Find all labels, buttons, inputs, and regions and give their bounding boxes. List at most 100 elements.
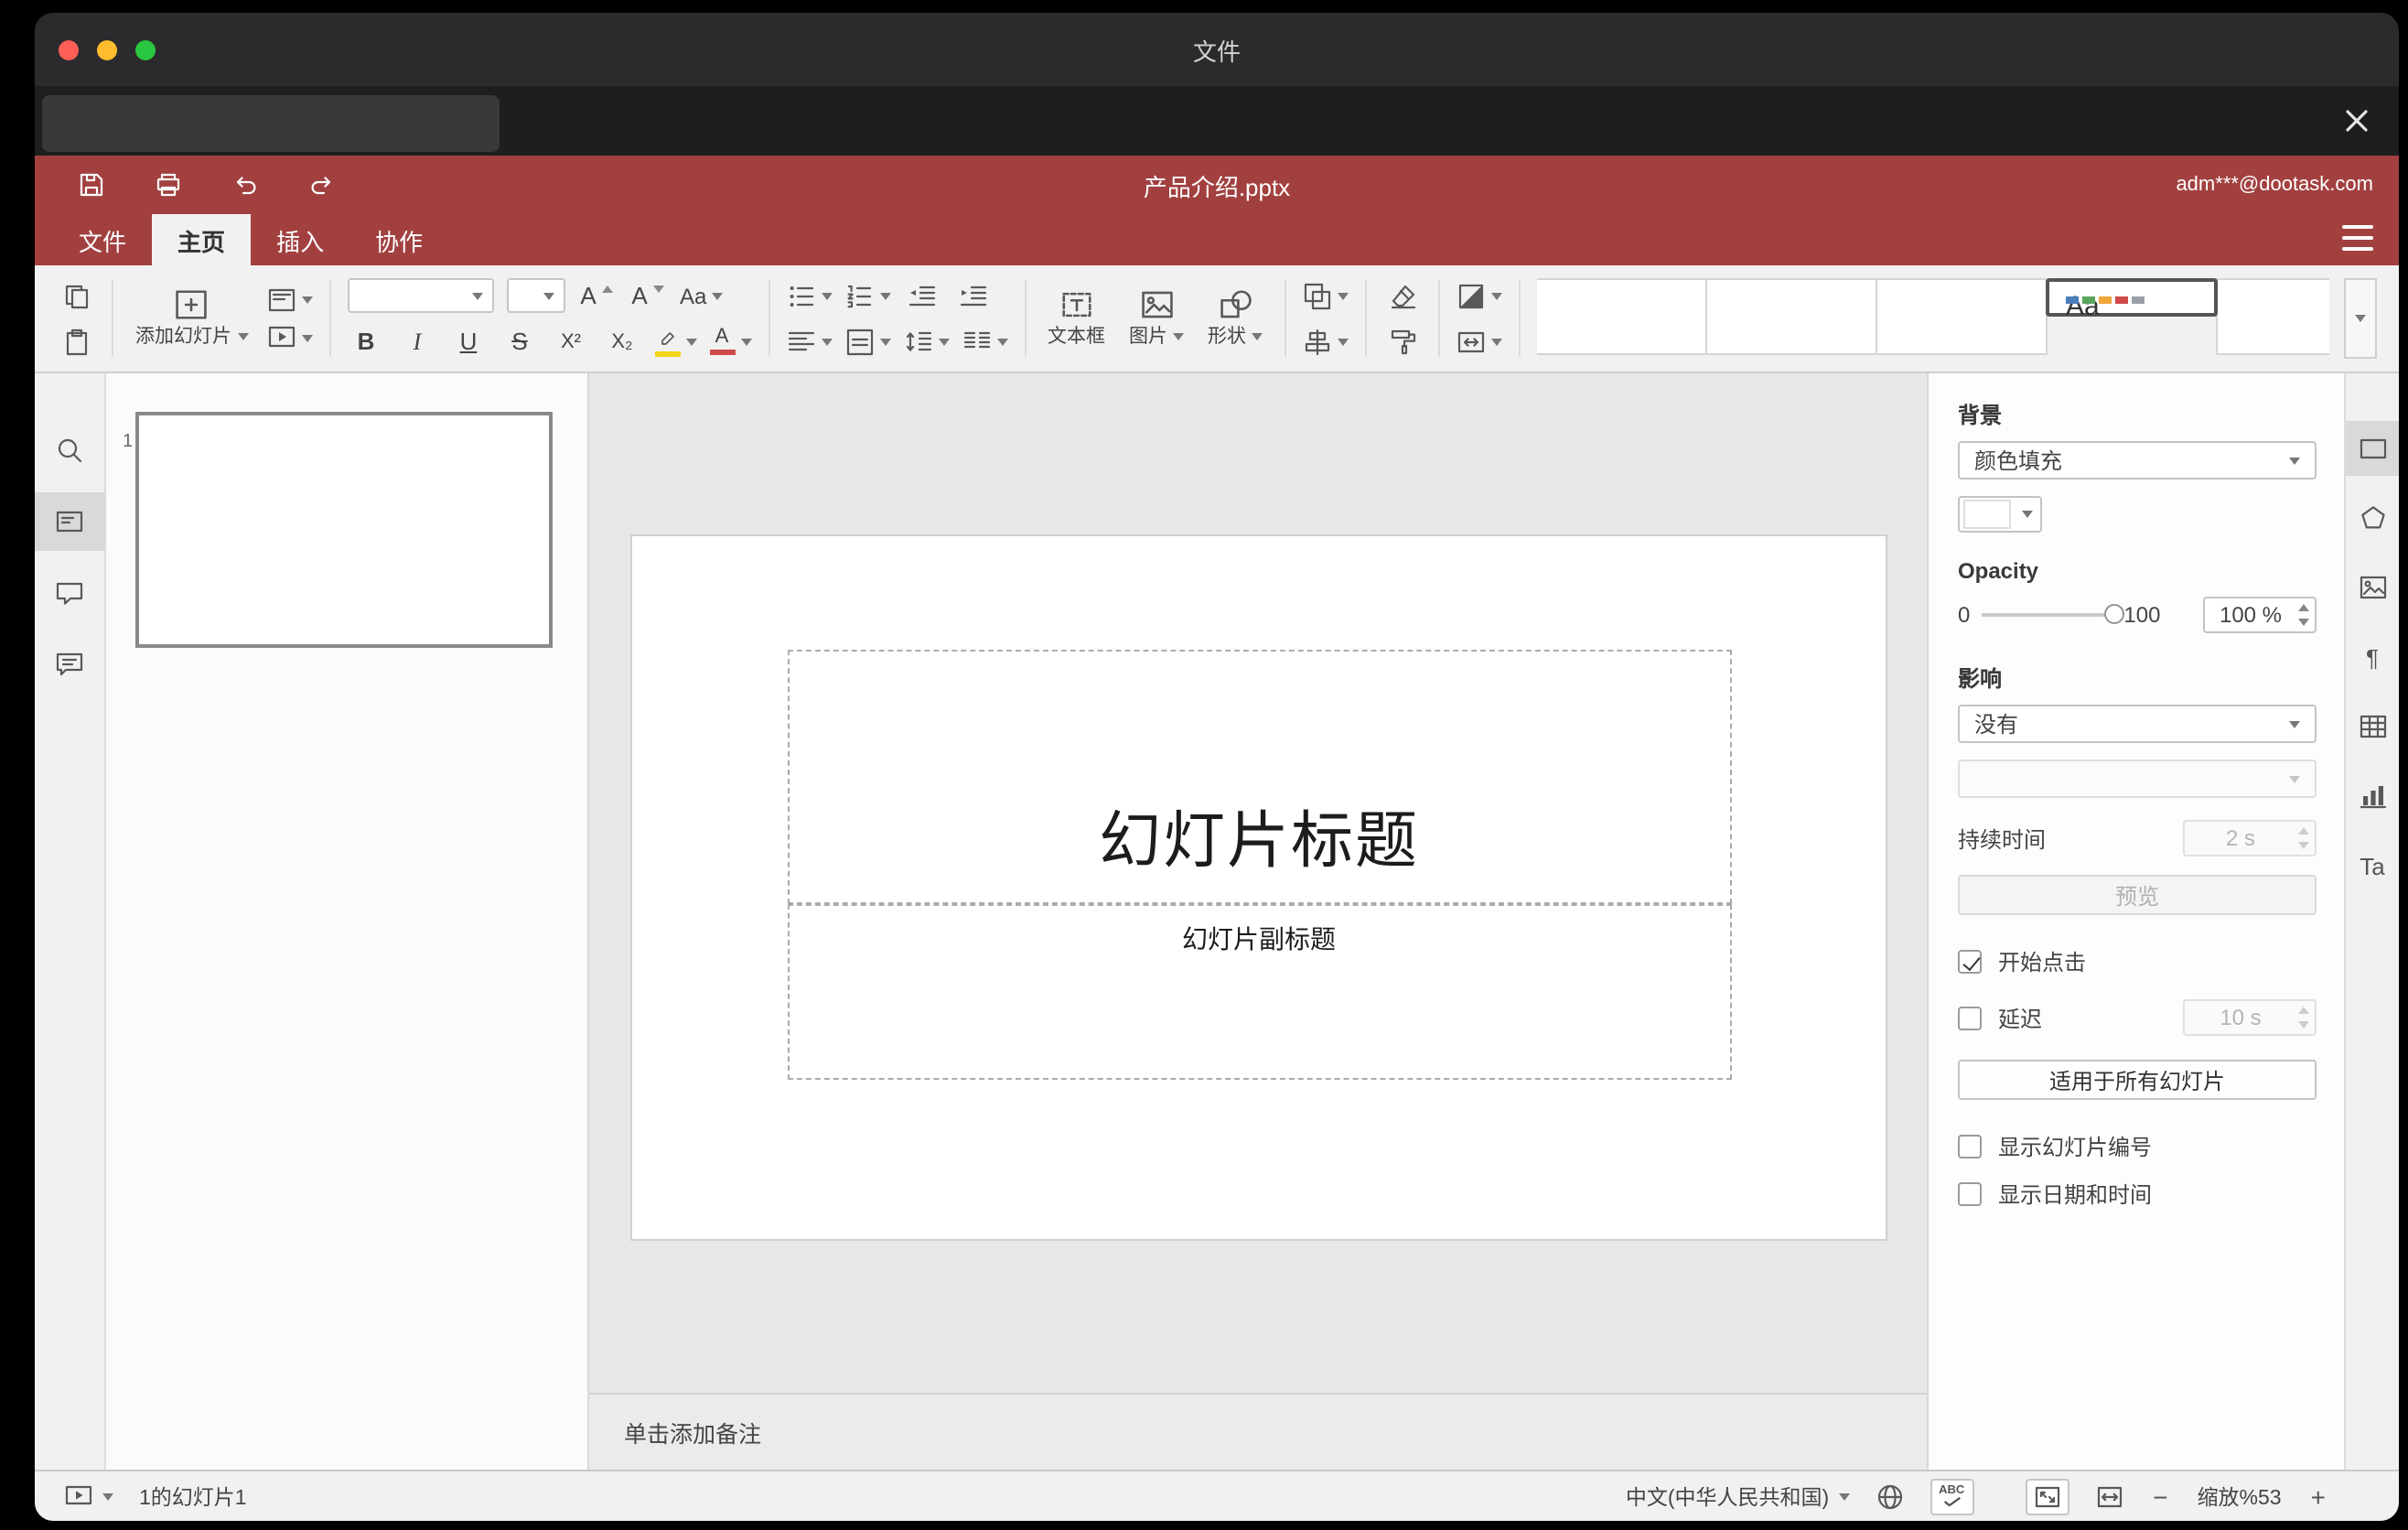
transition-variant-select[interactable] bbox=[1958, 760, 2317, 798]
zoom-level-label[interactable]: 缩放%53 bbox=[2198, 1482, 2282, 1511]
increase-indent-button[interactable] bbox=[954, 276, 993, 315]
font-name-combo[interactable] bbox=[347, 278, 493, 313]
bold-button[interactable]: B bbox=[347, 322, 385, 361]
chevron-down-icon bbox=[237, 332, 248, 339]
zoom-traffic-light[interactable] bbox=[135, 39, 156, 59]
fill-color-swatch-select[interactable] bbox=[1958, 496, 2042, 533]
spellcheck-button[interactable]: ABC bbox=[1930, 1478, 1974, 1514]
paragraph-settings-button[interactable]: ¶ bbox=[2345, 630, 2399, 684]
superscript-button[interactable]: X² bbox=[552, 322, 590, 361]
slide-thumbnail[interactable] bbox=[135, 412, 553, 648]
delay-spinbox[interactable]: 10 s bbox=[2183, 999, 2317, 1036]
feedback-button[interactable] bbox=[35, 635, 105, 694]
font-color-button[interactable]: A bbox=[709, 322, 751, 361]
transition-effect-select[interactable]: 没有 bbox=[1958, 705, 2317, 743]
add-slide-button[interactable]: 添加幻灯片 bbox=[130, 284, 253, 353]
comments-button[interactable] bbox=[35, 564, 105, 622]
subscript-button[interactable]: X₂ bbox=[603, 322, 641, 361]
theme-item[interactable] bbox=[1876, 278, 2048, 355]
start-slideshow-button[interactable] bbox=[266, 318, 312, 357]
chevron-down-icon bbox=[1173, 332, 1184, 339]
start-on-click-checkbox[interactable] bbox=[1958, 950, 1982, 974]
font-size-combo[interactable] bbox=[506, 278, 564, 313]
show-slide-number-checkbox[interactable] bbox=[1958, 1135, 1982, 1158]
zoom-in-button[interactable]: + bbox=[2307, 1482, 2329, 1511]
highlight-color-button[interactable] bbox=[654, 322, 696, 361]
vertical-align-button[interactable] bbox=[844, 322, 890, 361]
chevron-down-icon bbox=[1491, 292, 1502, 299]
clear-style-button[interactable] bbox=[1383, 276, 1422, 315]
notes-area[interactable]: 单击添加备注 bbox=[589, 1393, 1927, 1470]
strikethrough-button[interactable]: S bbox=[500, 322, 539, 361]
title-placeholder[interactable]: 幻灯片标题 bbox=[787, 650, 1731, 904]
underline-button[interactable]: U bbox=[449, 322, 488, 361]
zoom-out-button[interactable]: − bbox=[2149, 1482, 2171, 1511]
set-language-button[interactable] bbox=[1875, 1482, 1904, 1511]
slide-settings-button[interactable] bbox=[2345, 421, 2399, 476]
paste-button[interactable] bbox=[57, 322, 95, 361]
copy-button[interactable] bbox=[57, 276, 95, 315]
theme-item[interactable] bbox=[1537, 278, 1707, 355]
arrange-shape-button[interactable] bbox=[1303, 276, 1349, 315]
spinner-arrows[interactable] bbox=[2298, 604, 2309, 626]
theme-item[interactable] bbox=[2216, 278, 2329, 355]
table-settings-button[interactable] bbox=[2345, 699, 2399, 754]
search-button[interactable] bbox=[35, 421, 105, 479]
save-button[interactable] bbox=[75, 168, 108, 201]
slide-layout-button[interactable] bbox=[266, 280, 312, 318]
tab-insert[interactable]: 插入 bbox=[251, 214, 349, 265]
theme-item[interactable] bbox=[1705, 278, 1877, 355]
print-button[interactable] bbox=[152, 168, 185, 201]
change-case-button[interactable]: Aa bbox=[680, 276, 724, 315]
shape-settings-button[interactable] bbox=[2345, 490, 2399, 545]
insert-textbox-button[interactable]: 文本框 bbox=[1042, 284, 1111, 353]
close-traffic-light[interactable] bbox=[59, 39, 79, 59]
hamburger-menu-icon[interactable] bbox=[2342, 225, 2373, 251]
delay-checkbox[interactable] bbox=[1958, 1006, 1982, 1029]
theme-gallery-expand-button[interactable] bbox=[2344, 278, 2377, 359]
slides-panel-button[interactable] bbox=[35, 492, 105, 551]
minimize-traffic-light[interactable] bbox=[97, 39, 117, 59]
copy-style-button[interactable] bbox=[1383, 322, 1422, 361]
color-scheme-button[interactable] bbox=[1457, 276, 1502, 315]
decrease-font-button[interactable]: A bbox=[629, 276, 667, 315]
duration-spinbox[interactable]: 2 s bbox=[2183, 820, 2317, 857]
numbered-list-button[interactable] bbox=[844, 276, 890, 315]
fit-to-slide-button[interactable] bbox=[2025, 1478, 2069, 1514]
insert-shape-button[interactable]: 形状 bbox=[1202, 284, 1268, 353]
start-slideshow-status-button[interactable] bbox=[64, 1482, 113, 1511]
slide[interactable]: 幻灯片标题 幻灯片副标题 bbox=[629, 534, 1887, 1241]
fit-to-width-button[interactable] bbox=[2094, 1482, 2123, 1511]
horizontal-align-button[interactable] bbox=[786, 322, 832, 361]
align-shape-button[interactable] bbox=[1303, 322, 1349, 361]
image-settings-button[interactable] bbox=[2345, 560, 2399, 615]
opacity-slider-handle[interactable] bbox=[2103, 604, 2124, 624]
fill-type-select[interactable]: 颜色填充 bbox=[1958, 441, 2317, 479]
undo-button[interactable] bbox=[229, 168, 262, 201]
text-art-settings-button[interactable]: Ta bbox=[2345, 838, 2399, 893]
preview-button[interactable]: 预览 bbox=[1958, 875, 2317, 915]
decrease-indent-button[interactable] bbox=[903, 276, 941, 315]
line-spacing-button[interactable] bbox=[903, 322, 949, 361]
bullet-list-button[interactable] bbox=[786, 276, 832, 315]
chart-settings-button[interactable] bbox=[2345, 769, 2399, 824]
opacity-spinbox[interactable]: 100 % bbox=[2203, 597, 2317, 633]
show-date-time-checkbox[interactable] bbox=[1958, 1182, 1982, 1206]
italic-button[interactable]: I bbox=[398, 322, 436, 361]
table-settings-icon bbox=[2359, 715, 2386, 738]
tab-file[interactable]: 文件 bbox=[53, 214, 152, 265]
tab-home[interactable]: 主页 bbox=[152, 214, 252, 265]
slide-canvas[interactable]: 幻灯片标题 幻灯片副标题 bbox=[589, 373, 1927, 1393]
redo-button[interactable] bbox=[306, 168, 339, 201]
insert-image-button[interactable]: 图片 bbox=[1123, 284, 1189, 353]
subtitle-placeholder[interactable]: 幻灯片副标题 bbox=[787, 904, 1731, 1080]
close-icon[interactable] bbox=[2342, 106, 2371, 135]
slide-size-button[interactable] bbox=[1457, 322, 1502, 361]
opacity-slider[interactable] bbox=[1981, 604, 2124, 624]
increase-font-button[interactable]: A bbox=[577, 276, 616, 315]
theme-item-selected[interactable]: Aa bbox=[2046, 278, 2218, 322]
columns-button[interactable] bbox=[962, 322, 1007, 361]
language-select[interactable]: 中文(中华人民共和国) bbox=[1626, 1482, 1850, 1511]
apply-to-all-slides-button[interactable]: 适用于所有幻灯片 bbox=[1958, 1060, 2317, 1100]
tab-collaboration[interactable]: 协作 bbox=[349, 214, 448, 265]
